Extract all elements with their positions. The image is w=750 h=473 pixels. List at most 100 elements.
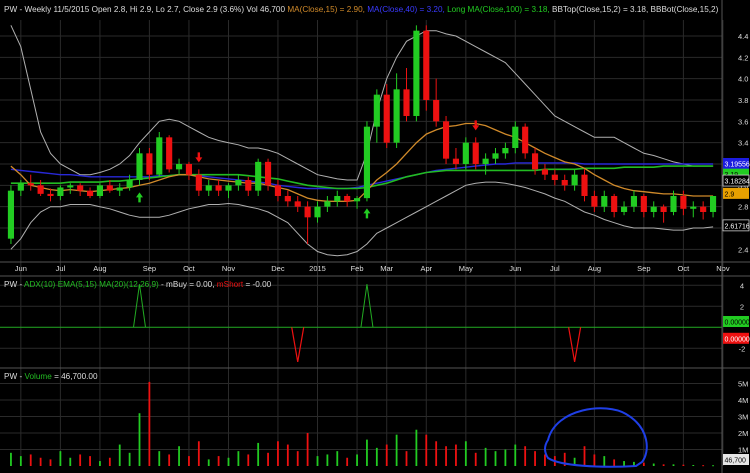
- candle-body: [67, 185, 74, 188]
- candle-body: [611, 196, 618, 212]
- candle-body: [393, 89, 400, 143]
- volume-bar: [326, 454, 329, 466]
- indicator-header: PW - ADX(10) EMA(5,15) MA(20)(12,26,9) -…: [4, 280, 272, 289]
- price-axis-tag-label: 2.61716: [725, 223, 750, 230]
- candle-body: [561, 180, 568, 186]
- indicator-tick-label: 2: [740, 302, 744, 311]
- x-tick-label: Aug: [93, 264, 106, 273]
- volume-bar: [702, 465, 705, 467]
- price-tick-label: 3.6: [738, 117, 748, 126]
- volume-bar: [484, 447, 487, 466]
- volume-bar: [534, 451, 536, 466]
- candle-body: [630, 196, 638, 207]
- candle-body: [601, 196, 608, 207]
- volume-bar: [59, 451, 62, 466]
- volume-bar: [207, 459, 210, 466]
- candle: [255, 158, 262, 196]
- volume-bar: [405, 451, 408, 466]
- candle-body: [304, 206, 311, 218]
- candle: [166, 135, 173, 173]
- candle-body: [423, 30, 430, 101]
- volume-bar: [712, 465, 714, 467]
- candle-body: [650, 206, 657, 212]
- price-axis-tag-label: 2.9: [725, 191, 735, 198]
- x-tick-label: Apr: [420, 264, 432, 273]
- volume-bar: [306, 433, 309, 466]
- volume-bar: [603, 456, 606, 466]
- indicator-axis-tag: 0.00000: [723, 316, 750, 327]
- x-tick-label: Oct: [678, 264, 691, 273]
- candle-body: [492, 153, 499, 159]
- price-tick-label: 4.2: [738, 53, 748, 62]
- candle-body: [126, 180, 133, 188]
- price-tick-label: 4.4: [738, 32, 748, 41]
- candle: [442, 116, 450, 164]
- candle-body: [314, 206, 321, 218]
- volume-axis-tag: 46,700: [723, 454, 749, 465]
- candle-body: [274, 185, 282, 196]
- candle-body: [413, 30, 420, 117]
- price-tick-label: 3.8: [738, 96, 748, 105]
- volume-bar: [464, 441, 467, 466]
- volume-bar: [524, 446, 527, 466]
- price-header: PW - Weekly 11/5/2015 Open 2.8, Hi 2.9, …: [4, 5, 719, 14]
- volume-bar: [346, 457, 349, 466]
- candle-body: [502, 148, 509, 154]
- candle: [7, 185, 15, 244]
- volume-bar: [474, 452, 477, 466]
- candle-body: [334, 196, 341, 202]
- candle: [156, 132, 163, 177]
- volume-bar: [49, 459, 52, 466]
- candle-body: [215, 185, 222, 191]
- candle-body: [442, 121, 450, 159]
- candle-body: [294, 201, 301, 207]
- volume-bar: [336, 451, 339, 466]
- volume-bar: [188, 456, 190, 466]
- candle-body: [363, 126, 371, 199]
- price-axis-tag: 3.18284: [722, 174, 750, 187]
- candle-body: [156, 137, 163, 175]
- volume-value-tag-label: 46,700: [725, 458, 747, 465]
- volume-bar: [613, 459, 616, 466]
- volume-bar: [672, 464, 675, 466]
- candle-body: [136, 153, 143, 180]
- volume-bar: [168, 454, 171, 466]
- volume-tick-label: 3M: [738, 413, 748, 422]
- candle-body: [27, 183, 34, 186]
- volume-bar: [277, 441, 279, 466]
- candle-body: [96, 185, 104, 196]
- candle-body: [462, 142, 469, 164]
- volume-bar: [494, 451, 497, 466]
- price-tick-label: 2.8: [738, 203, 748, 212]
- candle-body: [591, 196, 598, 207]
- volume-bar: [375, 447, 378, 466]
- volume-bar: [148, 381, 151, 466]
- x-tick-label: Feb: [351, 264, 364, 273]
- candle-body: [581, 174, 588, 196]
- volume-bar: [39, 457, 42, 466]
- x-tick-label: Jul: [550, 264, 560, 273]
- candle-body: [571, 174, 578, 186]
- volume-bar: [286, 444, 289, 466]
- volume-bar: [682, 464, 685, 466]
- volume-bar: [366, 439, 368, 466]
- volume-tick-label: 2M: [738, 429, 748, 438]
- volume-bar: [178, 446, 180, 466]
- candle-body: [373, 94, 380, 127]
- x-tick-label: Jun: [15, 264, 27, 273]
- candle-body: [531, 153, 539, 170]
- price-tick-label: 4.0: [738, 75, 748, 84]
- volume-bar: [197, 441, 200, 466]
- volume-bar: [267, 452, 269, 466]
- x-tick-label: Dec: [271, 264, 285, 273]
- candle-body: [86, 190, 94, 196]
- candle: [413, 25, 420, 122]
- volume-bar: [455, 444, 457, 466]
- x-tick-label: Aug: [588, 264, 601, 273]
- volume-header: PW - Volume = 46,700.00: [4, 372, 98, 381]
- volume-bar: [662, 464, 665, 466]
- candle-body: [146, 153, 153, 175]
- candle-body: [403, 89, 410, 116]
- candle-body: [620, 206, 628, 212]
- volume-bar: [296, 451, 299, 466]
